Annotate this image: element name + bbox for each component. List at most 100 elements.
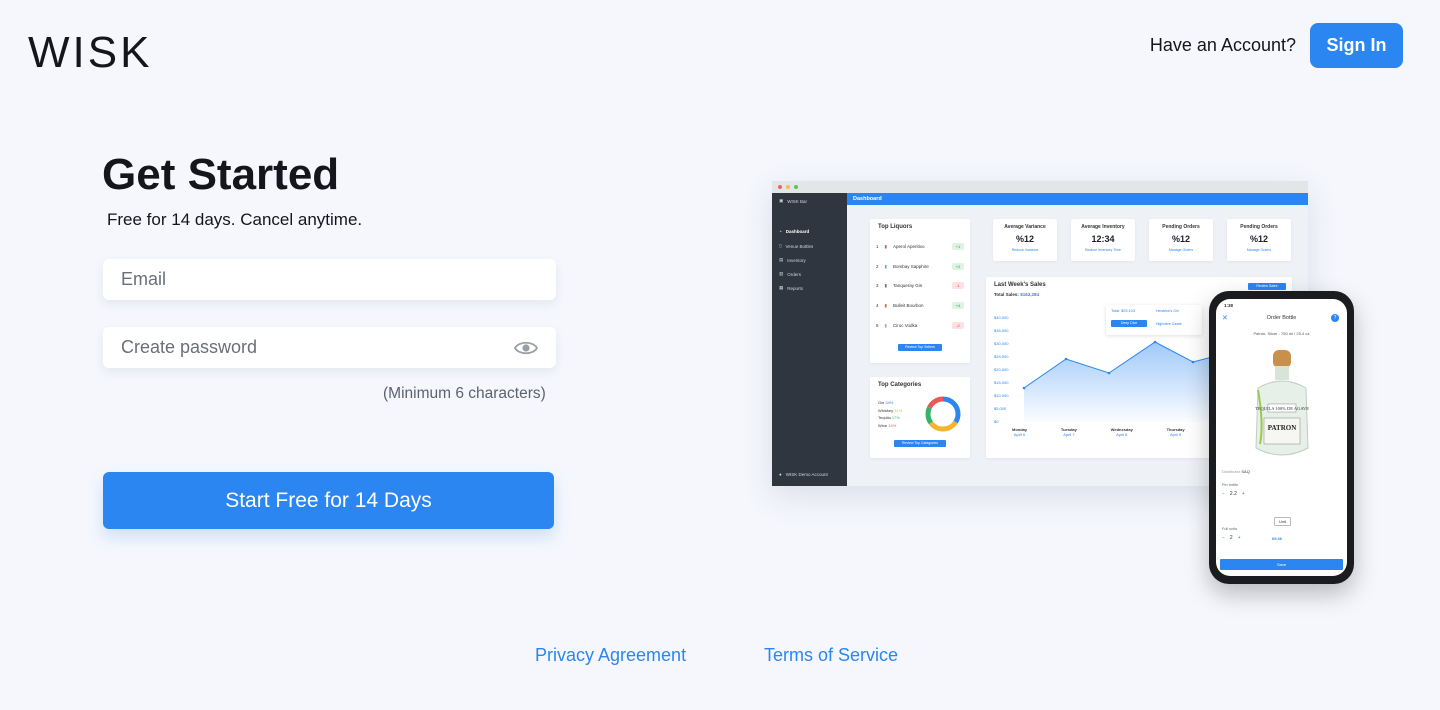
store-icon: ▣ (779, 198, 784, 203)
password-field-wrapper (103, 327, 556, 368)
x-tick-date: April 9 (1169, 432, 1182, 437)
distributor-value: SAQ (1241, 469, 1250, 474)
review-top-categories-button: Review Top Categories (894, 440, 946, 447)
minus-icon: − (1222, 491, 1225, 497)
minus-icon: − (1222, 535, 1225, 541)
terms-of-service-link[interactable]: Terms of Service (764, 645, 898, 666)
close-dot-icon (778, 185, 782, 189)
liquor-row: 1 ▮ Aperol Aperitivo +1 (876, 243, 964, 250)
mock-sidebar-item: ◔ Dashboard (779, 229, 809, 234)
orders-icon: ▥ (779, 271, 784, 276)
tooltip-box: Total: $29,103 Deep Dive Hendrick's Gin … (1106, 305, 1202, 335)
y-tick-label: $30,000 (994, 341, 1009, 346)
wisk-logo[interactable]: WISK (28, 28, 152, 78)
full-units-label: Full units (1222, 527, 1238, 531)
x-tick: Tuesday April 7 (1061, 427, 1077, 437)
liquor-change: -2 (952, 322, 964, 329)
y-tick-label: $15,000 (994, 380, 1009, 385)
category-name: Wine (878, 422, 888, 428)
email-field-wrapper (103, 259, 556, 300)
mock-account-label: WISK Demo Account (785, 472, 828, 477)
kpi-card: Pending Orders %12 Manage Orders (1227, 219, 1291, 261)
liquor-rank: 4 (876, 303, 879, 308)
sales-x-axis: Monday April 6 Tuesday April 7 Wednesday Ap… (1012, 427, 1232, 437)
x-tick-date: April 8 (1116, 432, 1128, 437)
y-tick-label: $10,000 (994, 393, 1009, 398)
kpi-value: 12:34 (1091, 234, 1115, 244)
privacy-agreement-link[interactable]: Privacy Agreement (535, 645, 686, 666)
liquor-rank: 1 (876, 244, 879, 249)
liquor-change: -1 (952, 282, 964, 289)
category-name: Tequila (878, 415, 891, 420)
kpi-title: Pending Orders (1240, 224, 1278, 230)
sign-in-button[interactable]: Sign In (1310, 23, 1403, 68)
quantity-stepper: − 2 + (1222, 535, 1241, 541)
category-name: Gin (878, 400, 885, 405)
liquor-name: Bombay Sapphire (893, 264, 929, 269)
category-pct: 34% (885, 400, 894, 405)
kpi-card: Average Inventory 12:34 Reduce Inventory… (1071, 219, 1135, 261)
save-button: Save (1220, 559, 1343, 570)
mock-sidebar-item: ▯ Venue Bottles (779, 243, 813, 249)
kpi-value: %12 (1015, 234, 1034, 244)
sales-point (1153, 340, 1157, 344)
patron-bottle-image: TEQUILA 100% DE AGAVE PATRON (1255, 350, 1309, 456)
page-subtitle: Free for 14 days. Cancel anytime. (107, 210, 363, 229)
password-field[interactable] (121, 337, 514, 358)
stepper-value: 2.2 (1229, 491, 1237, 497)
tooltip-total: Total: $29,103 (1111, 309, 1135, 313)
category-name: Whiskey (878, 407, 894, 413)
plus-icon: + (1237, 535, 1241, 541)
liquor-row: 4 ▮ Bulleit Bourbon +4 (876, 302, 964, 309)
liquor-name: Bulleit Bourbon (893, 303, 924, 308)
sales-point (1107, 371, 1111, 375)
window-titlebar (772, 181, 1308, 193)
kpi-value: %12 (1171, 234, 1190, 244)
liquor-rank: 5 (876, 323, 879, 328)
inventory-icon: ▤ (779, 257, 784, 262)
liquor-row: 2 ▮ Bombay Sapphire +2 (876, 263, 964, 270)
tooltip-item: Highclere Castle (1156, 322, 1182, 326)
y-tick-label: $40,000 (994, 315, 1009, 320)
phone-illustration: 1:38 Order Bottle ✕ ? Patrón, Silver - 7… (1209, 291, 1354, 584)
mock-brand-label: WISK Bar (787, 198, 808, 204)
bottle-icon: ▮ (884, 322, 887, 328)
bottle-icon: ▯ (779, 243, 782, 248)
bottle-icon: ▮ (884, 302, 887, 308)
kpi-value: %12 (1249, 234, 1268, 244)
sales-total-label: Total Sales: (994, 292, 1019, 297)
bottle-icon: ▮ (884, 282, 887, 288)
liquor-change: +4 (952, 302, 964, 309)
kpi-link: Manage Orders (1168, 248, 1194, 252)
have-account-text: Have an Account? (1149, 35, 1296, 55)
x-tick-date: April 7 (1063, 432, 1075, 437)
sales-point (1191, 360, 1195, 364)
help-icon: ? (1331, 314, 1339, 322)
liquor-name: Aperol Aperitivo (893, 244, 925, 249)
liquor-name: Ciroc Vodka (893, 323, 918, 328)
category-legend: Gin 34% Whiskey 31% Tequila 17% Wine 14% (878, 399, 902, 429)
distributor-row: Distributor SAQ (1222, 469, 1341, 474)
x-tick: Monday April 6 (1012, 427, 1027, 437)
mock-sidebar-item: ▤ Inventory (779, 257, 806, 263)
email-field[interactable] (121, 269, 538, 290)
phone-product: Patrón, Silver - 750 ml / 25.4 oz (1253, 331, 1310, 336)
mock-sidebar: ▣ WISK Bar ◔ Dashboard ▯ Venue Bottles ▤ Inv… (772, 193, 847, 486)
start-free-trial-button[interactable]: Start Free for 14 Days (103, 472, 554, 529)
kpi-title: Average Variance (1004, 224, 1046, 230)
category-pct: 17% (891, 415, 900, 420)
sales-total-value: $163,284 (1020, 292, 1039, 297)
y-tick-label: $35,000 (994, 328, 1009, 333)
sales-point (1022, 386, 1026, 390)
category-pct: 31% (894, 407, 903, 413)
liquor-change: +1 (952, 243, 964, 250)
kpi-card: Average Variance %12 Reduce Variance (993, 219, 1057, 261)
mock-sidebar-label: Inventory (787, 257, 806, 263)
dashboard-icon: ◔ (779, 229, 782, 234)
quantity-stepper: − 2.2 + (1222, 491, 1245, 497)
show-password-eye-icon[interactable] (514, 340, 538, 356)
bottle-icon: ▮ (884, 263, 887, 269)
top-liquors-card: Top Liquors 1 ▮ Aperol Aperitivo +1 2 ▮ Bomba… (870, 219, 970, 363)
mock-sidebar-label: Venue Bottles (785, 243, 814, 249)
phone-screen: 1:38 Order Bottle ✕ ? Patrón, Silver - 7… (1216, 299, 1347, 576)
